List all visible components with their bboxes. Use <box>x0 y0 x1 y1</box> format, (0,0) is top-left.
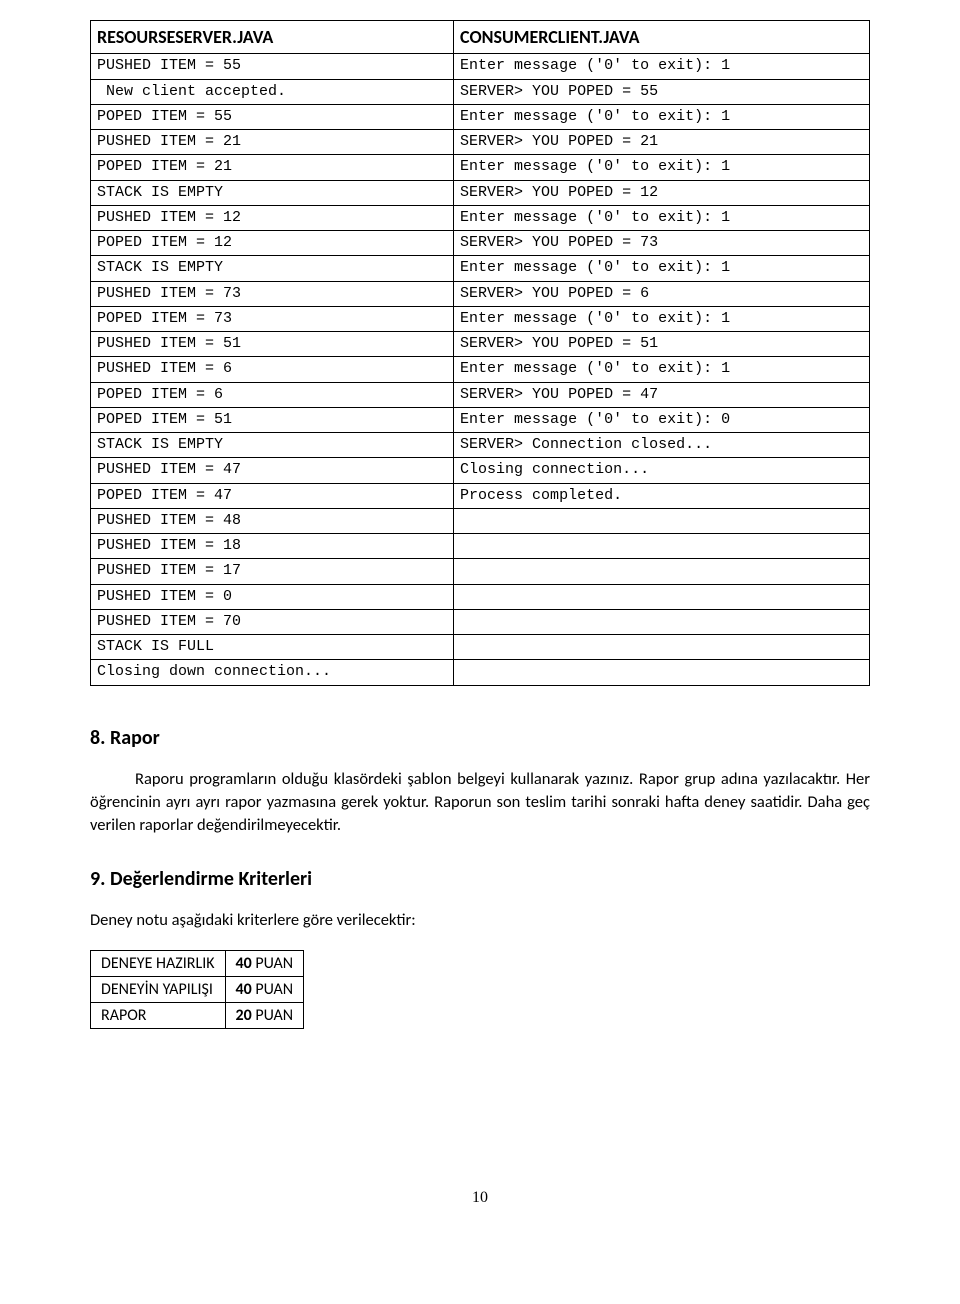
table-row: PUSHED ITEM = 73SERVER> YOU POPED = 6 <box>91 281 870 306</box>
criteria-label: DENEYİN YAPILIŞI <box>91 976 226 1002</box>
code-cell: PUSHED ITEM = 17 <box>91 559 454 584</box>
table-row: STACK IS EMPTYSERVER> Connection closed.… <box>91 433 870 458</box>
criteria-points-number: 40 <box>236 954 252 973</box>
code-cell: PUSHED ITEM = 18 <box>91 534 454 559</box>
code-cell: Enter message ('0' to exit): 1 <box>454 357 870 382</box>
criteria-label: RAPOR <box>91 1002 226 1028</box>
table-row: PUSHED ITEM = 48 <box>91 508 870 533</box>
table-row: POPED ITEM = 6SERVER> YOU POPED = 47 <box>91 382 870 407</box>
criteria-points-number: 40 <box>236 980 252 999</box>
code-cell: Enter message ('0' to exit): 1 <box>454 155 870 180</box>
code-cell: SERVER> YOU POPED = 12 <box>454 180 870 205</box>
table-row: PUSHED ITEM = 12Enter message ('0' to ex… <box>91 205 870 230</box>
code-cell <box>454 559 870 584</box>
table-row: PUSHED ITEM = 6Enter message ('0' to exi… <box>91 357 870 382</box>
table-row: POPED ITEM = 12SERVER> YOU POPED = 73 <box>91 231 870 256</box>
table-row: POPED ITEM = 47Process completed. <box>91 483 870 508</box>
table-row: DENEYİN YAPILIŞI40 PUAN <box>91 976 304 1002</box>
criteria-points-unit: PUAN <box>252 954 293 973</box>
criteria-points: 40 PUAN <box>225 976 304 1002</box>
table-row: STACK IS EMPTYSERVER> YOU POPED = 12 <box>91 180 870 205</box>
code-cell: Closing down connection... <box>91 660 454 685</box>
table-row: RAPOR20 PUAN <box>91 1002 304 1028</box>
section-8-paragraph: Raporu programların olduğu klasördeki şa… <box>90 768 870 837</box>
code-cell: Enter message ('0' to exit): 0 <box>454 407 870 432</box>
code-cell: POPED ITEM = 51 <box>91 407 454 432</box>
code-cell: STACK IS EMPTY <box>91 256 454 281</box>
code-cell <box>454 635 870 660</box>
code-cell: POPED ITEM = 55 <box>91 104 454 129</box>
code-cell: PUSHED ITEM = 51 <box>91 332 454 357</box>
code-cell <box>454 660 870 685</box>
code-cell: PUSHED ITEM = 55 <box>91 54 454 79</box>
code-table-header-right: CONSUMERCLIENT.JAVA <box>454 21 870 54</box>
criteria-label: DENEYE HAZIRLIK <box>91 950 226 976</box>
code-cell: SERVER> YOU POPED = 51 <box>454 332 870 357</box>
code-cell: PUSHED ITEM = 6 <box>91 357 454 382</box>
code-cell: POPED ITEM = 47 <box>91 483 454 508</box>
criteria-table: DENEYE HAZIRLIK40 PUANDENEYİN YAPILIŞI40… <box>90 950 304 1029</box>
table-row: New client accepted.SERVER> YOU POPED = … <box>91 79 870 104</box>
code-cell: Enter message ('0' to exit): 1 <box>454 205 870 230</box>
criteria-points-unit: PUAN <box>252 1006 293 1025</box>
table-row: PUSHED ITEM = 0 <box>91 584 870 609</box>
table-row: PUSHED ITEM = 21SERVER> YOU POPED = 21 <box>91 130 870 155</box>
code-cell: POPED ITEM = 12 <box>91 231 454 256</box>
code-cell: PUSHED ITEM = 12 <box>91 205 454 230</box>
table-row: POPED ITEM = 21Enter message ('0' to exi… <box>91 155 870 180</box>
code-cell: Enter message ('0' to exit): 1 <box>454 54 870 79</box>
code-cell: Closing connection... <box>454 458 870 483</box>
code-cell: SERVER> YOU POPED = 6 <box>454 281 870 306</box>
code-cell: PUSHED ITEM = 48 <box>91 508 454 533</box>
code-cell <box>454 609 870 634</box>
table-row: POPED ITEM = 51Enter message ('0' to exi… <box>91 407 870 432</box>
table-row: PUSHED ITEM = 51SERVER> YOU POPED = 51 <box>91 332 870 357</box>
code-output-table: RESOURSESERVER.JAVA CONSUMERCLIENT.JAVA … <box>90 20 870 686</box>
table-row: STACK IS FULL <box>91 635 870 660</box>
table-row: PUSHED ITEM = 17 <box>91 559 870 584</box>
code-cell: POPED ITEM = 73 <box>91 306 454 331</box>
table-row: POPED ITEM = 73Enter message ('0' to exi… <box>91 306 870 331</box>
table-row: POPED ITEM = 55Enter message ('0' to exi… <box>91 104 870 129</box>
code-cell: PUSHED ITEM = 0 <box>91 584 454 609</box>
code-cell <box>454 508 870 533</box>
code-cell: POPED ITEM = 21 <box>91 155 454 180</box>
code-cell: PUSHED ITEM = 70 <box>91 609 454 634</box>
code-table-header-left: RESOURSESERVER.JAVA <box>91 21 454 54</box>
code-cell: Enter message ('0' to exit): 1 <box>454 256 870 281</box>
code-cell: SERVER> YOU POPED = 21 <box>454 130 870 155</box>
code-cell: PUSHED ITEM = 73 <box>91 281 454 306</box>
code-cell: Enter message ('0' to exit): 1 <box>454 306 870 331</box>
code-cell: SERVER> Connection closed... <box>454 433 870 458</box>
code-cell <box>454 534 870 559</box>
code-cell: SERVER> YOU POPED = 55 <box>454 79 870 104</box>
code-cell <box>454 584 870 609</box>
code-cell: Enter message ('0' to exit): 1 <box>454 104 870 129</box>
table-row: PUSHED ITEM = 55Enter message ('0' to ex… <box>91 54 870 79</box>
criteria-points-unit: PUAN <box>252 980 293 999</box>
table-row: PUSHED ITEM = 70 <box>91 609 870 634</box>
code-cell: STACK IS EMPTY <box>91 180 454 205</box>
section-9-heading: 9. Değerlendirme Kriterleri <box>90 867 870 891</box>
code-cell: SERVER> YOU POPED = 73 <box>454 231 870 256</box>
code-cell: STACK IS FULL <box>91 635 454 660</box>
table-row: STACK IS EMPTYEnter message ('0' to exit… <box>91 256 870 281</box>
code-cell: POPED ITEM = 6 <box>91 382 454 407</box>
code-cell: PUSHED ITEM = 47 <box>91 458 454 483</box>
code-cell: Process completed. <box>454 483 870 508</box>
table-row: DENEYE HAZIRLIK40 PUAN <box>91 950 304 976</box>
section-8-heading: 8. Rapor <box>90 726 870 750</box>
criteria-points: 40 PUAN <box>225 950 304 976</box>
code-cell: New client accepted. <box>91 79 454 104</box>
code-cell: SERVER> YOU POPED = 47 <box>454 382 870 407</box>
table-row: PUSHED ITEM = 18 <box>91 534 870 559</box>
criteria-points: 20 PUAN <box>225 1002 304 1028</box>
section-9-intro: Deney notu aşağıdaki kriterlere göre ver… <box>90 909 870 932</box>
table-row: Closing down connection... <box>91 660 870 685</box>
page-number: 10 <box>90 1189 870 1207</box>
criteria-points-number: 20 <box>236 1006 252 1025</box>
code-cell: PUSHED ITEM = 21 <box>91 130 454 155</box>
code-cell: STACK IS EMPTY <box>91 433 454 458</box>
table-row: PUSHED ITEM = 47Closing connection... <box>91 458 870 483</box>
